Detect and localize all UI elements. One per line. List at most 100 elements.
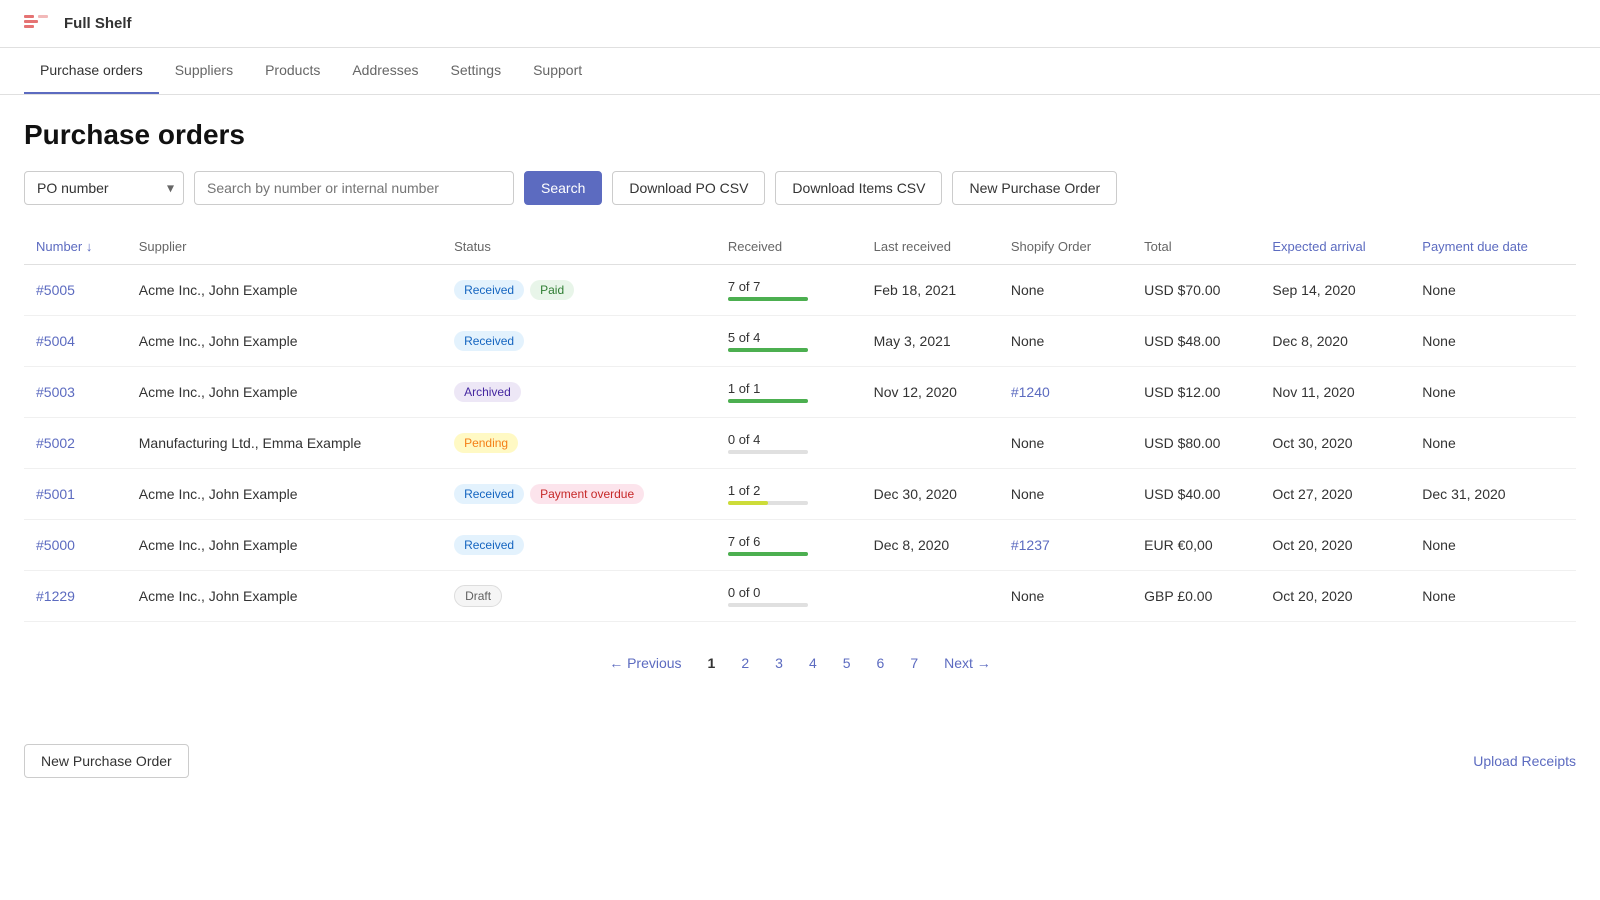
status-badge: Received: [454, 331, 524, 351]
received-label: 7 of 6: [728, 534, 761, 549]
col-payment-due-date[interactable]: Payment due date: [1410, 229, 1576, 265]
received-cell: 5 of 4: [716, 316, 862, 367]
shopify-order-link[interactable]: #1237: [1011, 537, 1050, 553]
tab-products[interactable]: Products: [249, 48, 336, 94]
tab-purchase-orders[interactable]: Purchase orders: [24, 48, 159, 94]
pagination-page-3[interactable]: 3: [765, 650, 793, 676]
table-row: #5002 Manufacturing Ltd., Emma Example Pen…: [24, 418, 1576, 469]
search-button[interactable]: Search: [524, 171, 602, 205]
col-total: Total: [1132, 229, 1260, 265]
table-row: #5001Acme Inc., John ExampleReceivedPaym…: [24, 469, 1576, 520]
expected-arrival: Oct 27, 2020: [1260, 469, 1410, 520]
tab-addresses[interactable]: Addresses: [336, 48, 434, 94]
progress-bar: [728, 552, 808, 556]
status-cell: Archived: [442, 367, 716, 418]
order-number-link[interactable]: #5004: [36, 333, 75, 349]
download-po-csv-button[interactable]: Download PO CSV: [612, 171, 765, 205]
main-content: Purchase orders Suppliers Products Addre…: [0, 48, 1600, 900]
supplier-name: Manufacturing Ltd., Emma Example: [127, 418, 442, 469]
upload-receipts-link[interactable]: Upload Receipts: [1473, 753, 1576, 769]
last-received: Feb 18, 2021: [862, 265, 999, 316]
pagination-page-1[interactable]: 1: [698, 650, 726, 676]
received-label: 1 of 1: [728, 381, 761, 396]
pagination-next[interactable]: Next →: [934, 650, 1001, 676]
pagination-previous[interactable]: ← Previous: [599, 650, 691, 676]
status-badge: Received: [454, 535, 524, 555]
new-purchase-order-bottom-button[interactable]: New Purchase Order: [24, 744, 189, 778]
table-row: #5005Acme Inc., John ExampleReceivedPaid…: [24, 265, 1576, 316]
order-number-link[interactable]: #5002: [36, 435, 75, 451]
payment-due-date: None: [1410, 367, 1576, 418]
status-badge: Archived: [454, 382, 521, 402]
col-supplier: Supplier: [127, 229, 442, 265]
received-label: 5 of 4: [728, 330, 761, 345]
search-type-select[interactable]: PO number Internal number: [24, 171, 184, 205]
table-row: #5004Acme Inc., John ExampleReceived5 of…: [24, 316, 1576, 367]
status-badge: Pending: [454, 433, 518, 453]
total: USD $80.00: [1132, 418, 1260, 469]
received-cell: 1 of 1: [716, 367, 862, 418]
pagination-page-7[interactable]: 7: [900, 650, 928, 676]
search-type-select-wrapper: PO number Internal number: [24, 171, 184, 205]
last-received: [862, 418, 999, 469]
shopify-order[interactable]: #1237: [999, 520, 1132, 571]
pagination-page-4[interactable]: 4: [799, 650, 827, 676]
status-cell: Received: [442, 520, 716, 571]
status-badge: Paid: [530, 280, 574, 300]
pagination-page-6[interactable]: 6: [867, 650, 895, 676]
received-cell: 7 of 6: [716, 520, 862, 571]
received-cell: 0 of 0: [716, 571, 862, 622]
app-header: Full Shelf: [0, 0, 1600, 48]
shopify-order: None: [999, 418, 1132, 469]
tab-support[interactable]: Support: [517, 48, 598, 94]
tab-settings[interactable]: Settings: [435, 48, 518, 94]
shopify-order-link[interactable]: #1240: [1011, 384, 1050, 400]
payment-due-date: None: [1410, 316, 1576, 367]
status-cell: ReceivedPaid: [442, 265, 716, 316]
progress-bar: [728, 348, 808, 352]
pagination-page-2[interactable]: 2: [731, 650, 759, 676]
pagination: ← Previous 1 2 3 4 5 6 7 Next →: [24, 650, 1576, 676]
payment-due-date: None: [1410, 520, 1576, 571]
supplier-name: Acme Inc., John Example: [127, 520, 442, 571]
order-number-link[interactable]: #1229: [36, 588, 75, 604]
col-number[interactable]: Number ↓: [24, 229, 127, 265]
expected-arrival: Oct 20, 2020: [1260, 520, 1410, 571]
order-number-link[interactable]: #5003: [36, 384, 75, 400]
order-number-link[interactable]: #5001: [36, 486, 75, 502]
payment-due-date: None: [1410, 265, 1576, 316]
expected-arrival: Sep 14, 2020: [1260, 265, 1410, 316]
status-cell: Received: [442, 316, 716, 367]
tab-suppliers[interactable]: Suppliers: [159, 48, 249, 94]
progress-bar: [728, 297, 808, 301]
shopify-order: None: [999, 316, 1132, 367]
new-purchase-order-toolbar-button[interactable]: New Purchase Order: [952, 171, 1117, 205]
expected-arrival: Nov 11, 2020: [1260, 367, 1410, 418]
expected-arrival: Oct 20, 2020: [1260, 571, 1410, 622]
status-badge: Received: [454, 484, 524, 504]
received-cell: 0 of 4: [716, 418, 862, 469]
table-row: #1229Acme Inc., John ExampleDraft0 of 0N…: [24, 571, 1576, 622]
received-label: 1 of 2: [728, 483, 761, 498]
supplier-name: Acme Inc., John Example: [127, 367, 442, 418]
total: GBP £0.00: [1132, 571, 1260, 622]
col-expected-arrival[interactable]: Expected arrival: [1260, 229, 1410, 265]
download-items-csv-button[interactable]: Download Items CSV: [775, 171, 942, 205]
total: USD $40.00: [1132, 469, 1260, 520]
page-title: Purchase orders: [24, 119, 1576, 151]
received-label: 7 of 7: [728, 279, 761, 294]
search-input[interactable]: [194, 171, 514, 205]
shopify-order[interactable]: #1240: [999, 367, 1132, 418]
last-received: Nov 12, 2020: [862, 367, 999, 418]
supplier-name: Acme Inc., John Example: [127, 469, 442, 520]
shopify-order: None: [999, 469, 1132, 520]
total: USD $48.00: [1132, 316, 1260, 367]
status-cell: Draft: [442, 571, 716, 622]
shopify-order: None: [999, 265, 1132, 316]
col-status: Status: [442, 229, 716, 265]
supplier-name: Acme Inc., John Example: [127, 571, 442, 622]
order-number-link[interactable]: #5005: [36, 282, 75, 298]
order-number-link[interactable]: #5000: [36, 537, 75, 553]
pagination-page-5[interactable]: 5: [833, 650, 861, 676]
received-label: 0 of 0: [728, 585, 761, 600]
